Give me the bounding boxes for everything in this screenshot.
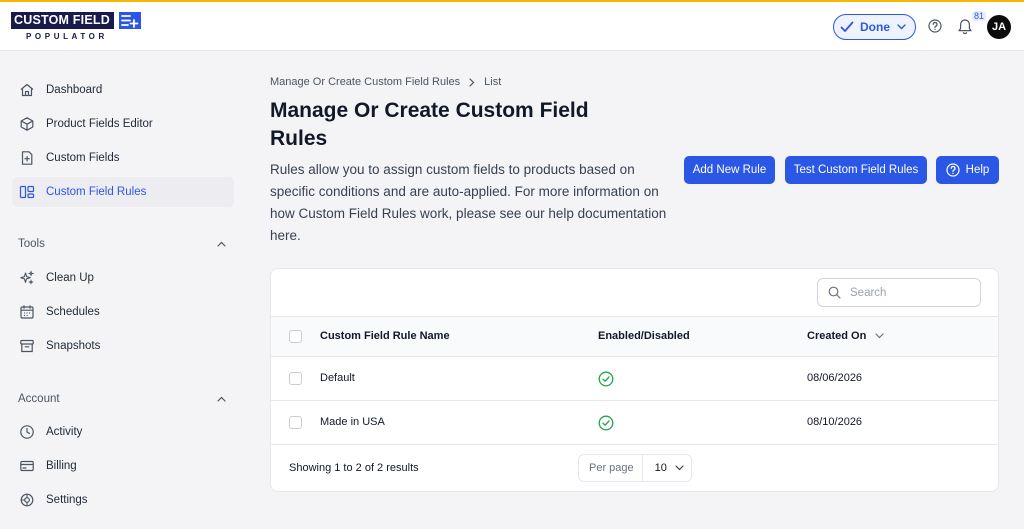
sidebar-item-label: Settings xyxy=(46,494,88,506)
breadcrumb-current: List xyxy=(484,76,502,88)
check-circle-icon xyxy=(598,371,614,387)
help-circle-icon[interactable] xyxy=(928,19,942,33)
breadcrumb-link[interactable]: Manage Or Create Custom Field Rules xyxy=(270,76,460,88)
page-description: Rules allow you to assign custom fields … xyxy=(270,162,667,243)
sidebar-item-label: Custom Fields xyxy=(46,152,120,164)
account-heading: Account xyxy=(18,393,60,405)
help-button-label: Help xyxy=(965,164,990,176)
cube-icon xyxy=(20,117,34,131)
rule-name[interactable]: Default xyxy=(320,372,355,384)
check-icon xyxy=(840,21,854,32)
search-icon xyxy=(828,286,841,299)
select-all-checkbox[interactable] xyxy=(289,330,302,343)
notification-count-badge: 81 xyxy=(972,11,987,21)
help-button[interactable]: Help xyxy=(936,156,999,184)
sidebar-item-snapshots[interactable]: Snapshots xyxy=(12,331,234,361)
rules-icon xyxy=(19,185,35,199)
done-status-dropdown[interactable]: Done xyxy=(833,14,916,40)
sidebar-item-label: Schedules xyxy=(46,306,100,318)
chevron-up-icon xyxy=(217,396,226,402)
home-icon xyxy=(20,83,34,97)
app-logo[interactable]: CUSTOM FIELD POPULATOR xyxy=(11,12,141,44)
created-on: 08/10/2026 xyxy=(807,416,863,428)
logo-plus-icon xyxy=(119,12,141,29)
test-custom-field-rules-button[interactable]: Test Custom Field Rules xyxy=(785,156,927,184)
sidebar: Dashboard Product Fields Editor Custom F… xyxy=(0,51,245,529)
sidebar-item-custom-fields[interactable]: Custom Fields xyxy=(12,143,234,173)
sidebar-item-settings[interactable]: Settings xyxy=(12,485,234,515)
done-label: Done xyxy=(860,20,890,34)
sidebar-item-billing[interactable]: Billing xyxy=(12,451,234,481)
column-header-label: Created On xyxy=(807,330,867,342)
per-page-value-text: 10 xyxy=(654,462,667,474)
check-circle-icon xyxy=(598,415,614,431)
calendar-icon xyxy=(20,305,34,319)
sidebar-item-label: Dashboard xyxy=(46,84,103,96)
row-checkbox[interactable] xyxy=(289,416,302,429)
tools-section-header[interactable]: Tools xyxy=(18,238,226,250)
add-new-rule-button[interactable]: Add New Rule xyxy=(684,156,775,184)
document-plus-icon xyxy=(21,151,33,165)
archive-icon xyxy=(20,339,34,353)
column-header-created-on[interactable]: Created On xyxy=(807,330,884,342)
pagination-summary: Showing 1 to 2 of 2 results xyxy=(289,462,419,474)
sidebar-item-label: Clean Up xyxy=(46,272,94,284)
table-row[interactable]: Default 08/06/2026 xyxy=(271,357,998,401)
breadcrumb: Manage Or Create Custom Field Rules List xyxy=(270,76,501,88)
user-avatar[interactable]: JA xyxy=(987,15,1011,39)
chevron-down-icon xyxy=(675,465,684,471)
row-checkbox[interactable] xyxy=(289,372,302,385)
help-circle-icon xyxy=(946,163,960,177)
chevron-up-icon xyxy=(217,241,226,247)
logo-sub-text: POPULATOR xyxy=(26,32,108,41)
sidebar-item-label: Snapshots xyxy=(46,340,101,352)
sidebar-item-label: Custom Field Rules xyxy=(46,186,147,198)
table-row[interactable]: Made in USA 08/10/2026 xyxy=(271,401,998,445)
sidebar-item-label: Activity xyxy=(46,426,83,438)
page-title: Manage Or Create Custom Field Rules xyxy=(270,99,589,150)
per-page-value[interactable]: 10 xyxy=(643,462,684,474)
chevron-right-icon xyxy=(469,77,475,87)
rules-table-card: Custom Field Rule Name Enabled/Disabled … xyxy=(270,268,999,492)
bell-icon[interactable] xyxy=(957,18,973,35)
top-bar: CUSTOM FIELD POPULATOR Done 81 JA xyxy=(0,0,1024,51)
settings-icon xyxy=(20,493,34,507)
sidebar-item-custom-field-rules[interactable]: Custom Field Rules xyxy=(12,177,234,207)
sidebar-item-schedules[interactable]: Schedules xyxy=(12,297,234,327)
table-header: Custom Field Rule Name Enabled/Disabled … xyxy=(271,316,998,357)
sidebar-item-product-fields-editor[interactable]: Product Fields Editor xyxy=(12,109,234,139)
sidebar-item-label: Billing xyxy=(46,460,77,472)
rule-name[interactable]: Made in USA xyxy=(320,416,385,428)
sparkles-icon xyxy=(20,270,35,285)
sidebar-item-dashboard[interactable]: Dashboard xyxy=(12,75,234,105)
search-box[interactable] xyxy=(817,278,981,307)
search-input[interactable] xyxy=(850,286,970,299)
sidebar-item-activity[interactable]: Activity xyxy=(12,417,234,447)
chevron-down-icon xyxy=(897,24,906,30)
created-on: 08/06/2026 xyxy=(807,372,863,384)
per-page-label: Per page xyxy=(579,455,643,481)
per-page-select[interactable]: Per page 10 xyxy=(578,454,692,482)
sidebar-item-label: Product Fields Editor xyxy=(46,118,153,130)
account-section-header[interactable]: Account xyxy=(18,393,226,405)
tools-heading: Tools xyxy=(18,238,45,250)
column-header-name[interactable]: Custom Field Rule Name xyxy=(320,330,450,342)
chevron-down-icon xyxy=(875,333,884,339)
credit-card-icon xyxy=(20,460,34,472)
clock-icon xyxy=(20,425,34,439)
column-header-enabled[interactable]: Enabled/Disabled xyxy=(598,330,690,342)
sidebar-item-clean-up[interactable]: Clean Up xyxy=(12,263,234,293)
logo-main-text: CUSTOM FIELD xyxy=(11,12,114,29)
